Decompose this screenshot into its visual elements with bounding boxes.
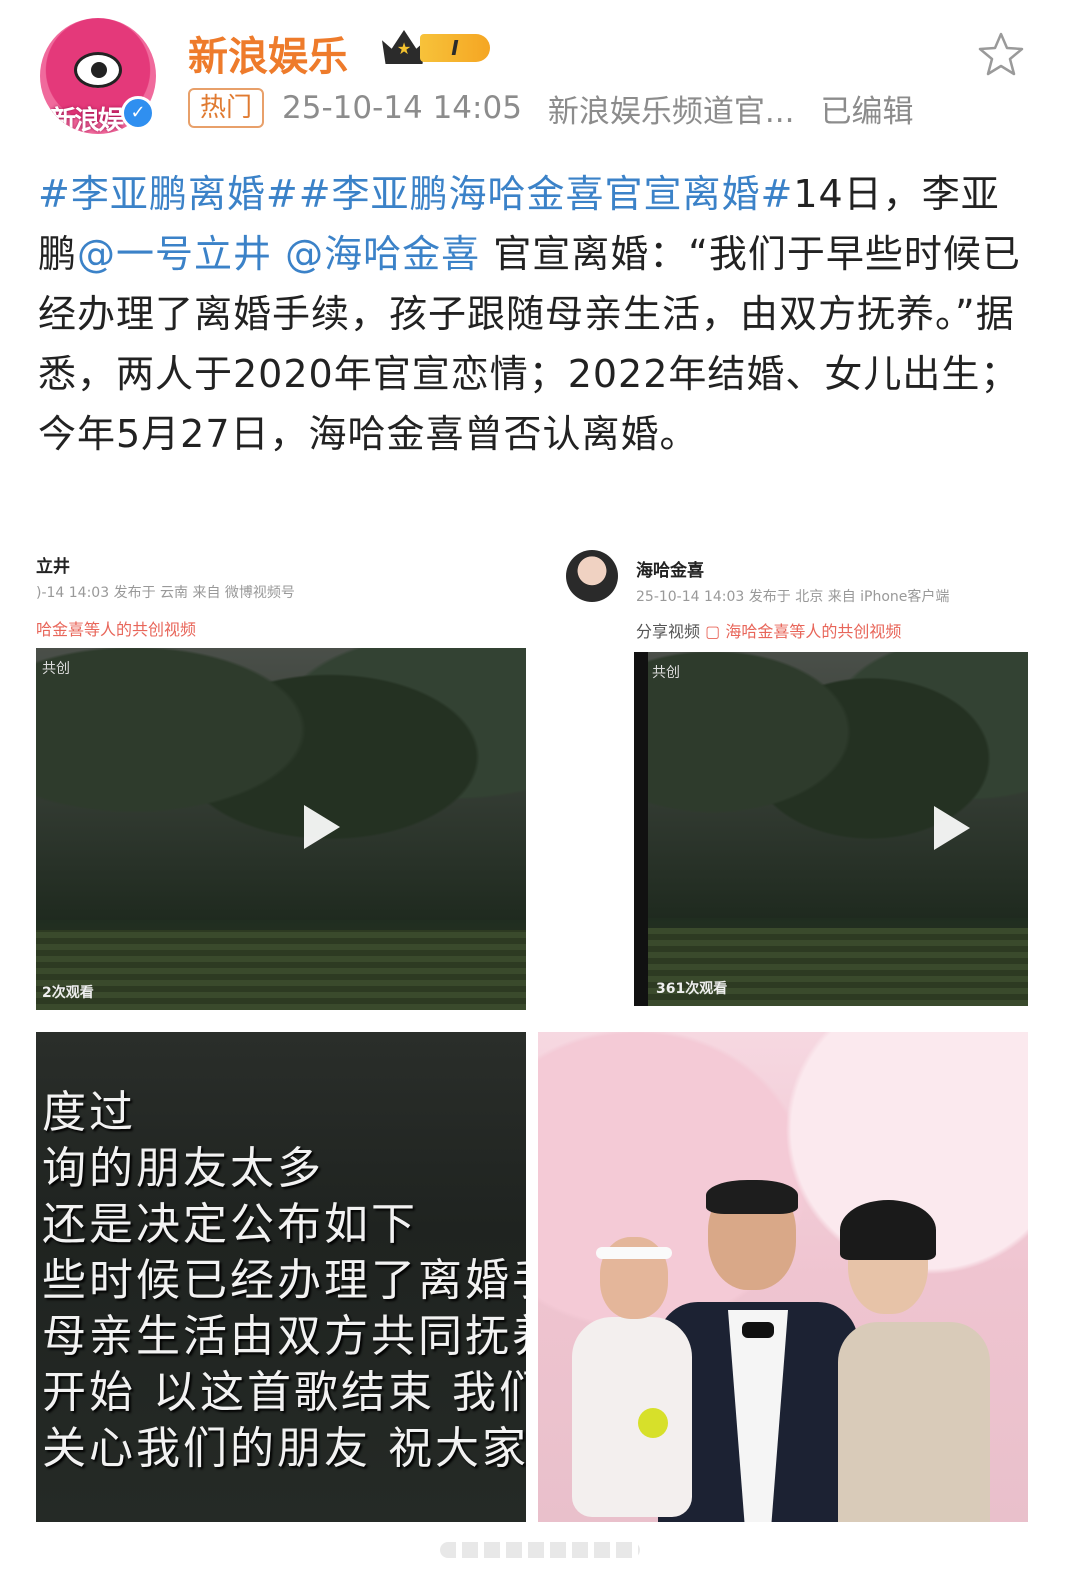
video-border (634, 652, 648, 1006)
video-scene (36, 648, 526, 920)
mention-link[interactable]: @一号立井 (77, 232, 272, 276)
vip-level: I (420, 34, 490, 62)
play-icon (934, 806, 970, 850)
video-thumbnail: 共创 361次观看 (634, 652, 1028, 1006)
photo-figure (706, 1180, 798, 1214)
video-tag: 共创 (42, 661, 70, 677)
statement-line: 些时候已经办理了离婚手 (42, 1255, 526, 1306)
favorite-star-icon[interactable] (976, 30, 1026, 80)
avatar-logo-text: 新浪娱 (50, 106, 124, 134)
image-grid: 立井 )-14 14:03 发布于 云南 来自 微博视频号 哈金喜等人的共创视频… (0, 530, 1080, 1530)
shot-username: 立井 (36, 557, 70, 577)
post-body: #李亚鹏离婚##李亚鹏海哈金喜官宣离婚#14日，李亚鹏@一号立井 @海哈金喜 官… (38, 164, 1028, 464)
video-link-icon: ▢ (705, 622, 721, 641)
shot-share-line: 分享视频 ▢ 海哈金喜等人的共创视频 (636, 618, 901, 642)
statement-line: 母亲生活由双方共同抚养 (42, 1311, 526, 1362)
edited-label[interactable]: 已编辑 (820, 86, 913, 131)
hashtag-link[interactable]: #李亚鹏海哈金喜官宣离婚# (299, 172, 794, 216)
play-icon (304, 805, 340, 849)
video-scene-field (36, 930, 526, 1010)
shot-avatar (566, 550, 618, 602)
photo-figure (596, 1247, 672, 1259)
image-1[interactable]: 立井 )-14 14:03 发布于 云南 来自 微博视频号 哈金喜等人的共创视频… (36, 530, 526, 1014)
video-scene (634, 652, 1028, 918)
photo-toy (638, 1408, 668, 1438)
verified-badge-icon: ✓ (121, 96, 155, 130)
logo-eye-icon (74, 52, 122, 88)
post-header: 新浪娱 ✓ 新浪娱乐 ★ I 热门 25-10-14 14:05 新浪娱乐频道官… (0, 0, 1080, 150)
vip-badge[interactable]: ★ I (382, 26, 492, 68)
watermark (440, 1542, 640, 1558)
image-4[interactable] (538, 1032, 1028, 1522)
video-thumbnail: 共创 2次观看 (36, 648, 526, 1010)
shot-meta: 25-10-14 14:03 发布于 北京 来自 iPhone客户端 (636, 589, 950, 605)
post-meta: 热门 25-10-14 14:05 新浪娱乐频道官... 已编辑 (188, 86, 913, 130)
photo-figure (742, 1322, 774, 1338)
shot-share-label: 分享视频 (636, 622, 701, 641)
post-timestamp: 25-10-14 14:05 (282, 90, 522, 126)
mention-link[interactable]: @海哈金喜 (285, 232, 480, 276)
photo-figure (838, 1322, 990, 1522)
post-source[interactable]: 新浪娱乐频道官... (548, 86, 795, 131)
image-3[interactable]: 度过 询的朋友太多 还是决定公布如下 些时候已经办理了离婚手 母亲生活由双方共同… (36, 1032, 526, 1522)
hot-badge: 热门 (188, 88, 265, 128)
photo-figure (840, 1200, 936, 1260)
shot-meta: )-14 14:03 发布于 云南 来自 微博视频号 (36, 585, 295, 601)
statement-line: 开始 以这首歌结束 我们 (42, 1367, 526, 1418)
statement-line: 度过 (42, 1087, 136, 1138)
video-views: 2次观看 (42, 985, 94, 1001)
video-views: 361次观看 (656, 981, 728, 997)
statement-line: 关心我们的朋友 祝大家一 (42, 1423, 526, 1474)
image-2[interactable]: 海哈金喜 25-10-14 14:03 发布于 北京 来自 iPhone客户端 … (538, 530, 1028, 1014)
shot-share-link: 海哈金喜等人的共创视频 (725, 622, 902, 641)
hashtag-link[interactable]: #李亚鹏离婚# (38, 172, 299, 216)
video-tag: 共创 (652, 665, 680, 681)
statement-line: 还是决定公布如下 (42, 1199, 418, 1250)
statement-line: 询的朋友太多 (42, 1143, 324, 1194)
photo-figure (572, 1317, 692, 1517)
shot-username: 海哈金喜 (636, 561, 704, 581)
username[interactable]: 新浪娱乐 (188, 24, 348, 82)
shot-share-link: 哈金喜等人的共创视频 (36, 620, 197, 639)
